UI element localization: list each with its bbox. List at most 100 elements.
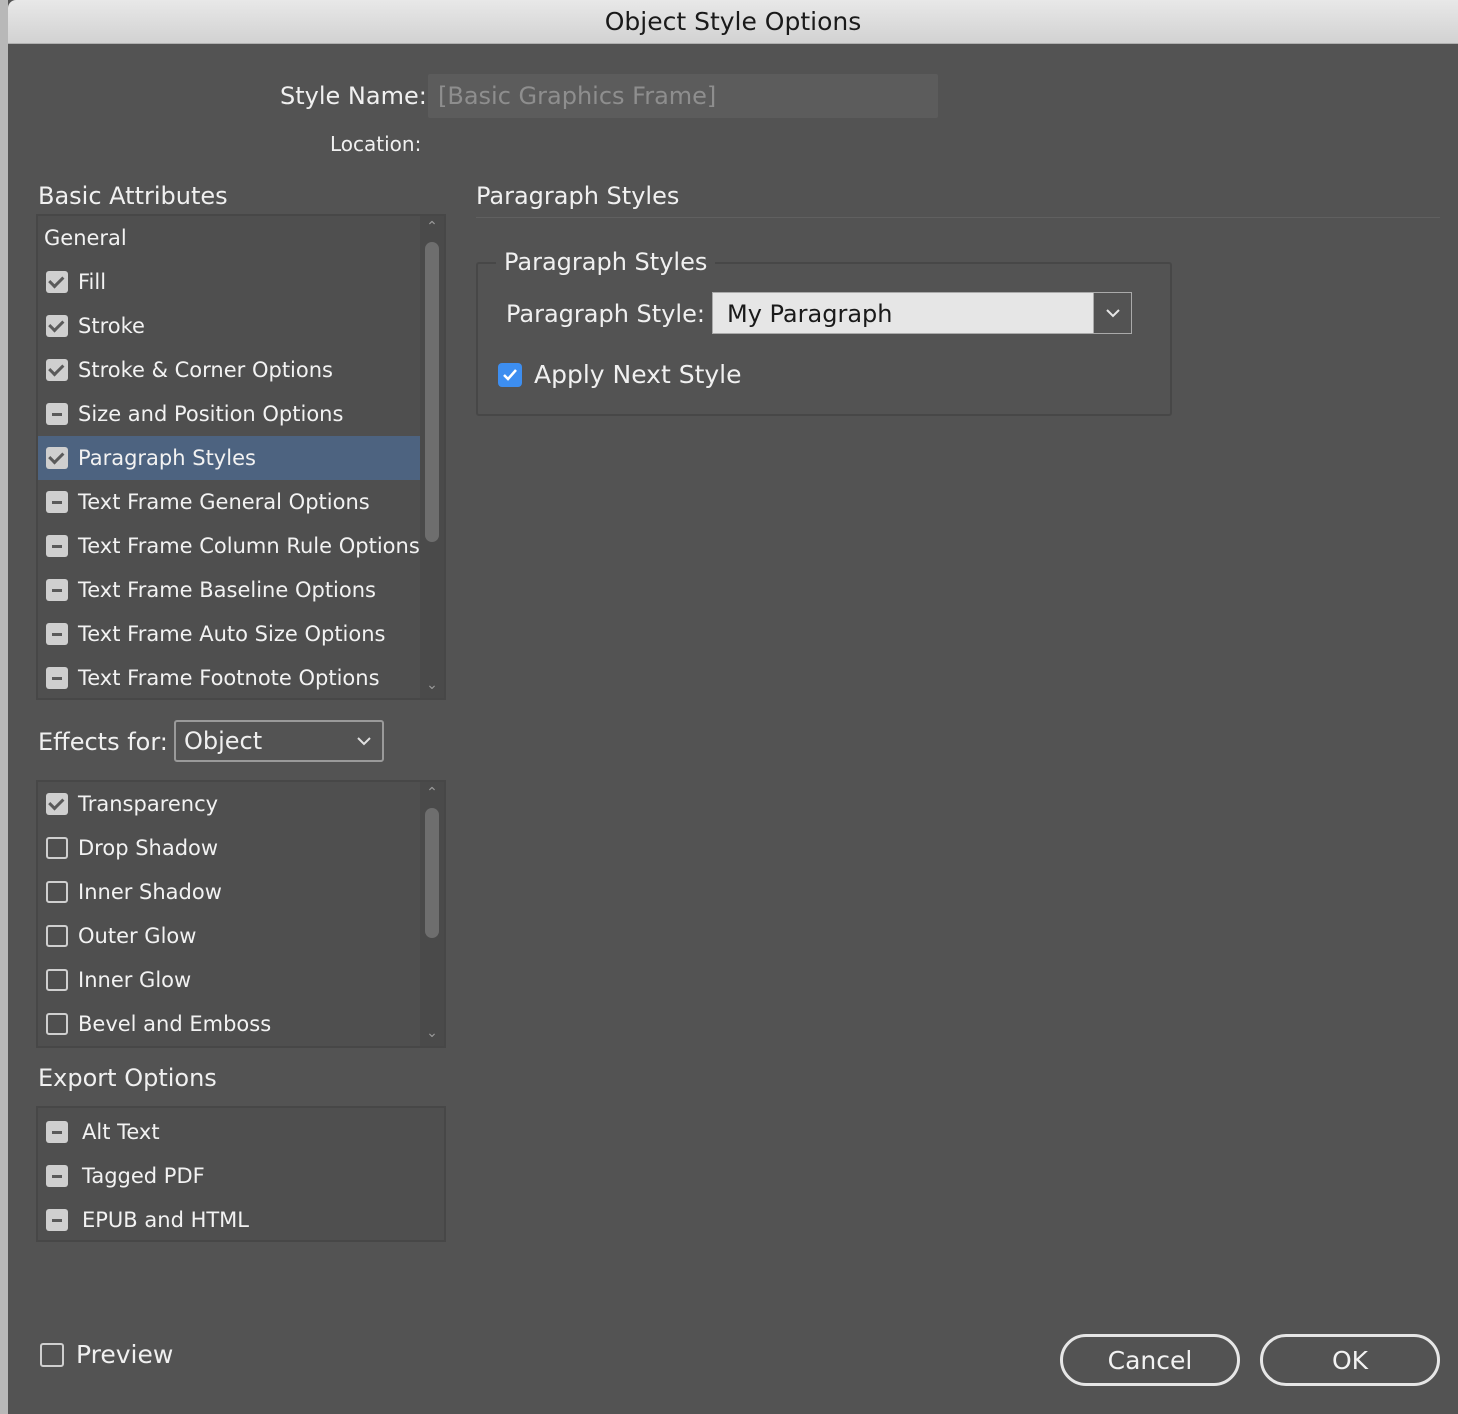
chevron-down-icon [357,737,371,746]
list-item-text-frame-footnote[interactable]: Text Frame Footnote Options [38,656,422,698]
list-item-label: Text Frame Baseline Options [78,578,376,602]
basic-attributes-title: Basic Attributes [38,182,228,210]
style-name-input[interactable]: [Basic Graphics Frame] [428,74,938,118]
ok-label: OK [1331,1345,1369,1375]
paragraph-style-dropdown[interactable]: My Paragraph [712,292,1132,334]
list-item-text-frame-baseline[interactable]: Text Frame Baseline Options [38,568,422,612]
checkmark-icon [503,369,517,381]
scrollbar-thumb[interactable] [425,242,439,542]
list-item-label: Alt Text [82,1120,160,1144]
list-item-label: Bevel and Emboss [78,1012,272,1036]
export-options-title: Export Options [38,1064,217,1092]
apply-next-checkbox[interactable] [498,363,522,387]
list-item-label: Text Frame Auto Size Options [78,622,386,646]
location-label: Location: [330,132,422,156]
chevron-down-icon [1105,309,1120,318]
checkbox-unchecked[interactable] [46,881,68,903]
checkbox-mixed[interactable] [46,403,68,425]
list-item-inner-shadow[interactable]: Inner Shadow [38,870,422,914]
list-item-general[interactable]: General [38,216,422,260]
checkbox-mixed[interactable] [46,1165,68,1187]
list-item-label: Text Frame General Options [78,490,370,514]
list-item-size-position[interactable]: Size and Position Options [38,392,422,436]
list-item-paragraph-styles[interactable]: Paragraph Styles [38,436,422,480]
list-item-label: Text Frame Footnote Options [78,666,380,690]
export-options-list[interactable]: Alt Text Tagged PDF EPUB and HTML [36,1106,446,1242]
scrollbar[interactable]: ⌃ ⌄ [420,216,444,698]
list-item-label: Transparency [78,792,219,816]
cancel-label: Cancel [1107,1345,1193,1375]
list-item-text-frame-auto-size[interactable]: Text Frame Auto Size Options [38,612,422,656]
checkbox-unchecked[interactable] [46,1013,68,1035]
list-item-label: Size and Position Options [78,402,344,426]
effects-for-value: Object [184,727,263,755]
list-item-fill[interactable]: Fill [38,260,422,304]
checkbox-unchecked[interactable] [46,837,68,859]
list-item-label: Tagged PDF [82,1164,205,1188]
checkbox-checked[interactable] [46,315,68,337]
list-item-label: Outer Glow [78,924,197,948]
checkbox-mixed[interactable] [46,579,68,601]
list-item-drop-shadow[interactable]: Drop Shadow [38,826,422,870]
list-item-label: Stroke [78,314,145,338]
group-title: Paragraph Styles [496,248,716,276]
apply-next-label: Apply Next Style [534,360,742,389]
list-item-label: Drop Shadow [78,836,219,860]
checkbox-unchecked[interactable] [46,969,68,991]
chevron-down-icon[interactable]: ⌄ [425,678,439,692]
checkbox-mixed[interactable] [46,667,68,689]
checkbox-mixed[interactable] [46,1121,68,1143]
list-item-inner-glow[interactable]: Inner Glow [38,958,422,1002]
window-edge [0,0,8,1414]
checkbox-mixed[interactable] [46,491,68,513]
checkbox-checked[interactable] [46,447,68,469]
list-item-transparency[interactable]: Transparency [38,782,422,826]
list-item-bevel-emboss[interactable]: Bevel and Emboss [38,1002,422,1046]
effects-for-label: Effects for: [38,728,168,756]
list-item-label: Inner Shadow [78,880,222,904]
preview-label: Preview [76,1340,174,1369]
window-title: Object Style Options [604,7,862,36]
checkbox-unchecked[interactable] [46,925,68,947]
panel-title: Paragraph Styles [476,182,680,210]
chevron-down-icon[interactable]: ⌄ [425,1026,439,1040]
cancel-button[interactable]: Cancel [1060,1334,1240,1386]
checkbox-mixed[interactable] [46,623,68,645]
checkbox-mixed[interactable] [46,535,68,557]
paragraph-style-value: My Paragraph [727,300,893,328]
list-item-outer-glow[interactable]: Outer Glow [38,914,422,958]
title-bar: Object Style Options [8,0,1458,44]
style-name-label: Style Name: [280,82,427,110]
list-item-label: EPUB and HTML [82,1208,250,1232]
checkbox-checked[interactable] [46,359,68,381]
list-item-label: Stroke & Corner Options [78,358,333,382]
preview-checkbox[interactable] [40,1343,64,1367]
list-item-stroke-corner[interactable]: Stroke & Corner Options [38,348,422,392]
list-item-label: Fill [78,270,107,294]
list-item-label: General [44,226,127,250]
paragraph-styles-group [476,262,1172,416]
checkbox-mixed[interactable] [46,1209,68,1231]
paragraph-style-label: Paragraph Style: [506,300,705,328]
checkbox-checked[interactable] [46,793,68,815]
checkbox-checked[interactable] [46,271,68,293]
scrollbar[interactable]: ⌃ ⌄ [420,782,444,1046]
list-item-label: Text Frame Column Rule Options [78,534,420,558]
panel-divider [476,217,1440,218]
list-item-tagged-pdf[interactable]: Tagged PDF [38,1154,422,1198]
chevron-up-icon[interactable]: ⌃ [425,220,439,234]
effects-for-dropdown[interactable]: Object [174,720,384,762]
chevron-up-icon[interactable]: ⌃ [425,786,439,800]
scrollbar-thumb[interactable] [425,808,439,938]
effects-list[interactable]: Transparency Drop Shadow Inner Shadow Ou… [36,780,446,1048]
list-item-alt-text[interactable]: Alt Text [38,1110,422,1154]
list-item-epub-html[interactable]: EPUB and HTML [38,1198,422,1240]
list-item-label: Paragraph Styles [78,446,256,470]
dropdown-button[interactable] [1093,293,1131,333]
list-item-label: Inner Glow [78,968,192,992]
list-item-stroke[interactable]: Stroke [38,304,422,348]
list-item-text-frame-general[interactable]: Text Frame General Options [38,480,422,524]
ok-button[interactable]: OK [1260,1334,1440,1386]
basic-attributes-list[interactable]: General Fill Stroke Stroke & Corner Opti… [36,214,446,700]
list-item-text-frame-column-rule[interactable]: Text Frame Column Rule Options [38,524,422,568]
